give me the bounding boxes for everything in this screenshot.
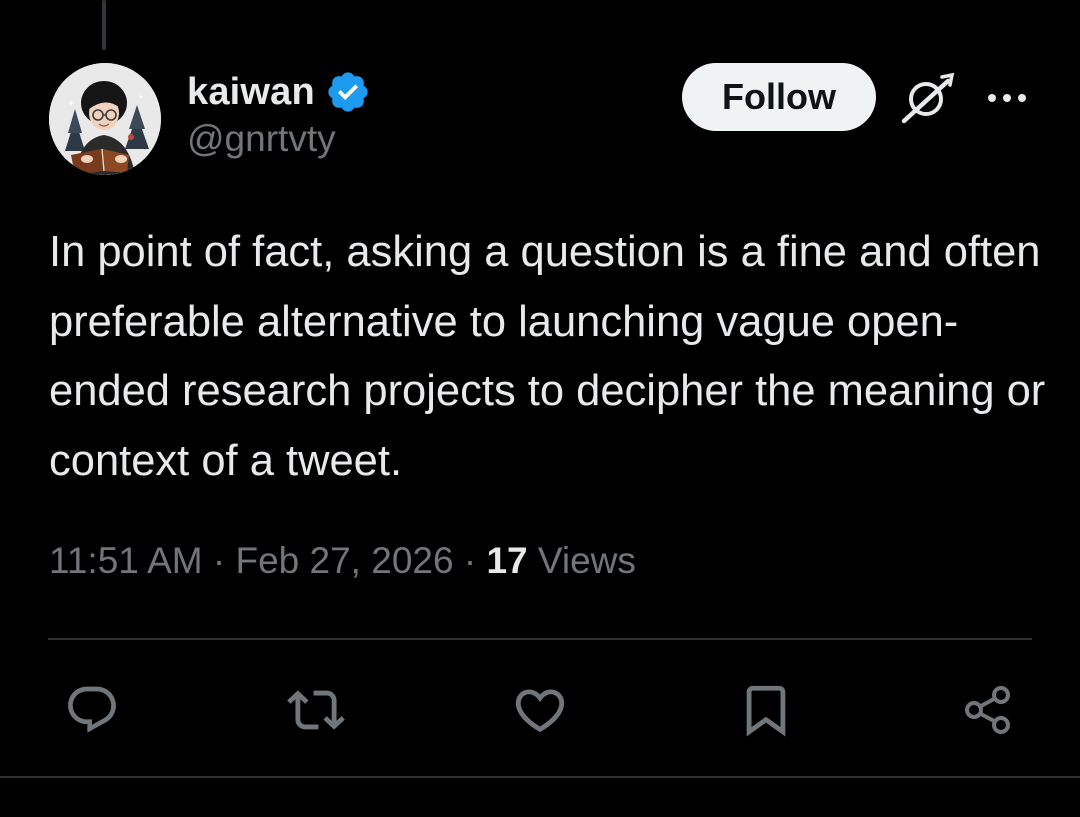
tweet-meta: 11:51 AM · Feb 27, 2026 · 17 Views <box>49 540 636 582</box>
author-name-row: kaiwan <box>187 68 371 116</box>
avatar-image <box>49 63 161 175</box>
follow-button[interactable]: Follow <box>682 63 876 131</box>
tweet-time[interactable]: 11:51 AM <box>49 540 203 581</box>
thread-connector-line <box>102 0 106 50</box>
retweet-button[interactable] <box>286 680 346 740</box>
bookmark-icon <box>746 685 786 737</box>
bookmark-button[interactable] <box>736 680 796 740</box>
divider <box>48 638 1032 640</box>
views-count: 17 <box>486 540 528 581</box>
avatar[interactable] <box>49 63 161 175</box>
retweet-icon <box>287 690 345 730</box>
verified-badge-icon[interactable] <box>325 69 371 115</box>
more-options-icon[interactable] <box>984 84 1030 112</box>
author-block: kaiwan @gnrtvty <box>187 68 371 160</box>
tweet-date[interactable]: Feb 27, 2026 <box>235 540 453 581</box>
meta-separator: · <box>463 540 477 581</box>
divider <box>0 776 1080 778</box>
reply-button[interactable] <box>62 680 122 740</box>
views-label: Views <box>537 540 636 581</box>
tweet-text: In point of fact, asking a question is a… <box>49 228 1046 485</box>
reply-icon <box>68 686 116 733</box>
display-name[interactable]: kaiwan <box>187 71 315 114</box>
grok-icon[interactable] <box>898 71 956 127</box>
share-button[interactable] <box>958 680 1018 740</box>
author-handle[interactable]: @gnrtvty <box>187 118 371 160</box>
share-icon <box>965 686 1010 734</box>
meta-separator: · <box>212 540 226 581</box>
like-button[interactable] <box>510 680 570 740</box>
like-icon <box>515 689 565 733</box>
